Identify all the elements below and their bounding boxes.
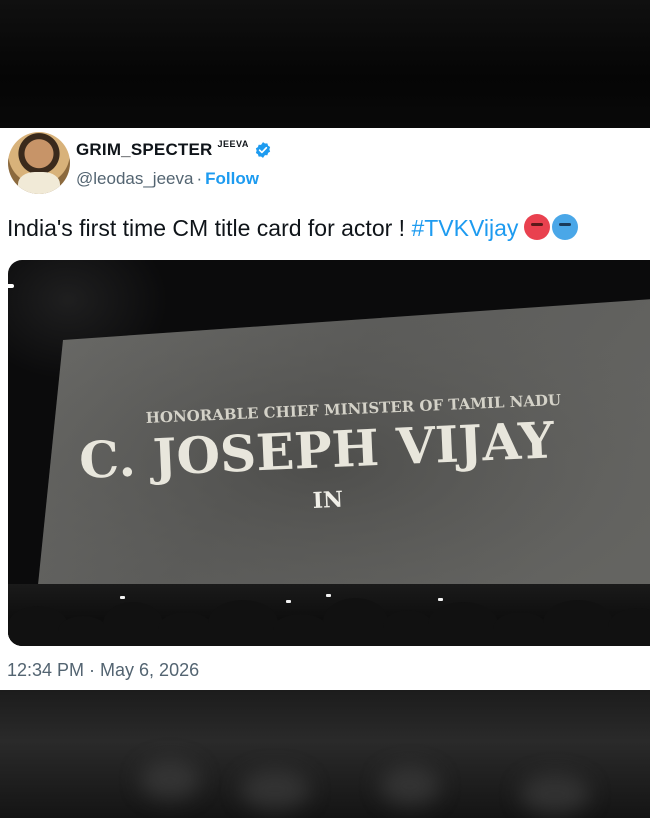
author-name-row: GRIM_SPECTER JEEVA [76, 139, 272, 160]
display-name[interactable]: GRIM_SPECTER [76, 140, 213, 160]
tweet-text: India's first time CM title card for act… [7, 214, 579, 242]
hashtag-link[interactable]: #TVKVijay [411, 215, 518, 241]
handle-row: @leodas_jeeva · Follow [76, 169, 259, 189]
cold-face-emoji [552, 214, 579, 240]
tweet-timestamp[interactable]: 12:34 PM · May 6, 2026 [7, 660, 199, 681]
profile-avatar[interactable] [8, 132, 70, 194]
separator-dot: · [196, 169, 203, 188]
title-card-line3: IN [312, 487, 344, 514]
audience-silhouette [8, 584, 650, 646]
tweet-text-main: India's first time CM title card for act… [7, 215, 412, 241]
user-handle[interactable]: @leodas_jeeva [76, 169, 193, 188]
background-bottom [0, 690, 650, 818]
background-top [0, 0, 650, 128]
name-superscript: JEEVA [217, 139, 249, 149]
hot-face-emoji [524, 214, 551, 240]
tweet-media-video[interactable]: HONORABLE CHIEF MINISTER OF TAMIL NADU C… [8, 260, 650, 646]
verified-badge-icon [255, 142, 271, 158]
tweet-card: GRIM_SPECTER JEEVA @leodas_jeeva · Follow … [0, 128, 650, 690]
follow-button[interactable]: Follow [205, 169, 259, 188]
